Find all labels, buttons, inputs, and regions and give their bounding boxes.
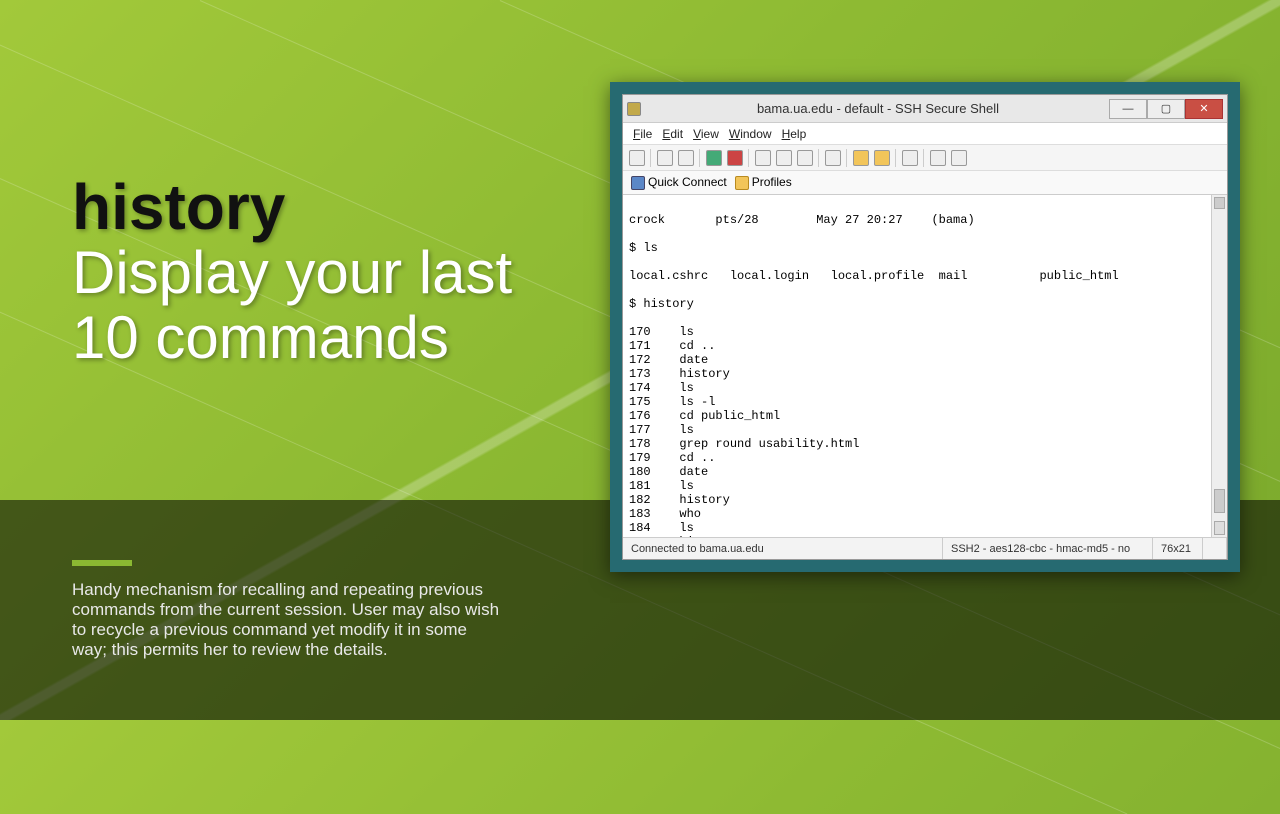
status-size: 76x21: [1153, 538, 1203, 559]
status-connection: Connected to bama.ua.edu: [623, 538, 943, 559]
slide-subtitle: Display your last 10 commands: [72, 241, 572, 371]
history-line: 170 ls: [629, 325, 1221, 339]
menubar: File Edit View Window Help: [623, 123, 1227, 145]
app-icon: [627, 102, 641, 116]
history-line: 173 history: [629, 367, 1221, 381]
scroll-down-icon[interactable]: [1214, 521, 1225, 535]
history-line: 176 cd public_html: [629, 409, 1221, 423]
print-icon[interactable]: [657, 150, 673, 166]
cut-icon[interactable]: [797, 150, 813, 166]
quickbar: Quick Connect Profiles: [623, 171, 1227, 195]
colors-icon[interactable]: [902, 150, 918, 166]
copy-icon[interactable]: [755, 150, 771, 166]
minimize-button[interactable]: —: [1109, 99, 1147, 119]
scroll-thumb[interactable]: [1214, 489, 1225, 513]
history-line: 174 ls: [629, 381, 1221, 395]
status-icon: [1203, 538, 1227, 559]
quick-connect-button[interactable]: Quick Connect: [631, 175, 727, 190]
settings-icon[interactable]: [853, 150, 869, 166]
slide-description: Handy mechanism for recalling and repeat…: [72, 540, 502, 660]
window-title: bama.ua.edu - default - SSH Secure Shell: [647, 101, 1109, 116]
erase-icon[interactable]: [930, 150, 946, 166]
profiles-button[interactable]: Profiles: [735, 175, 792, 190]
profiles-icon: [735, 176, 749, 190]
status-cipher: SSH2 - aes128-cbc - hmac-md5 - no: [943, 538, 1153, 559]
term-line: $ history: [629, 297, 1221, 311]
history-line: 184 ls: [629, 521, 1221, 535]
quick-connect-icon: [631, 176, 645, 190]
history-line: 175 ls -l: [629, 395, 1221, 409]
menu-edit[interactable]: Edit: [662, 127, 683, 141]
menu-help[interactable]: Help: [782, 127, 807, 141]
terminal[interactable]: crock pts/28 May 27 20:27 (bama) $ ls lo…: [623, 195, 1227, 537]
statusbar: Connected to bama.ua.edu SSH2 - aes128-c…: [623, 537, 1227, 559]
ssh-window: bama.ua.edu - default - SSH Secure Shell…: [622, 94, 1228, 560]
term-line: crock pts/28 May 27 20:27 (bama): [629, 213, 1221, 227]
find-icon[interactable]: [825, 150, 841, 166]
close-button[interactable]: ✕: [1185, 99, 1223, 119]
history-line: 185 history: [629, 535, 1221, 537]
connect-icon[interactable]: [706, 150, 722, 166]
term-line: local.cshrc local.login local.profile ma…: [629, 269, 1221, 283]
folder-icon[interactable]: [874, 150, 890, 166]
history-line: 183 who: [629, 507, 1221, 521]
ssh-frame: bama.ua.edu - default - SSH Secure Shell…: [610, 82, 1240, 572]
scrollbar[interactable]: [1211, 195, 1227, 537]
scroll-up-icon[interactable]: [1214, 197, 1225, 209]
preview-icon[interactable]: [678, 150, 694, 166]
history-line: 177 ls: [629, 423, 1221, 437]
paste-icon[interactable]: [776, 150, 792, 166]
history-line: 172 date: [629, 353, 1221, 367]
history-line: 178 grep round usability.html: [629, 437, 1221, 451]
command-title: history: [72, 175, 572, 239]
history-line: 181 ls: [629, 479, 1221, 493]
term-line: $ ls: [629, 241, 1221, 255]
toolbar: [623, 145, 1227, 171]
history-line: 171 cd ..: [629, 339, 1221, 353]
maximize-button[interactable]: ▢: [1147, 99, 1185, 119]
titlebar: bama.ua.edu - default - SSH Secure Shell…: [623, 95, 1227, 123]
history-line: 180 date: [629, 465, 1221, 479]
save-icon[interactable]: [629, 150, 645, 166]
accent-bar: [72, 560, 132, 566]
menu-file[interactable]: File: [633, 127, 652, 141]
disconnect-icon[interactable]: [727, 150, 743, 166]
menu-view[interactable]: View: [693, 127, 719, 141]
history-line: 182 history: [629, 493, 1221, 507]
help-icon[interactable]: [951, 150, 967, 166]
history-line: 179 cd ..: [629, 451, 1221, 465]
slide-text: history Display your last 10 commands: [72, 175, 572, 371]
menu-window[interactable]: Window: [729, 127, 772, 141]
